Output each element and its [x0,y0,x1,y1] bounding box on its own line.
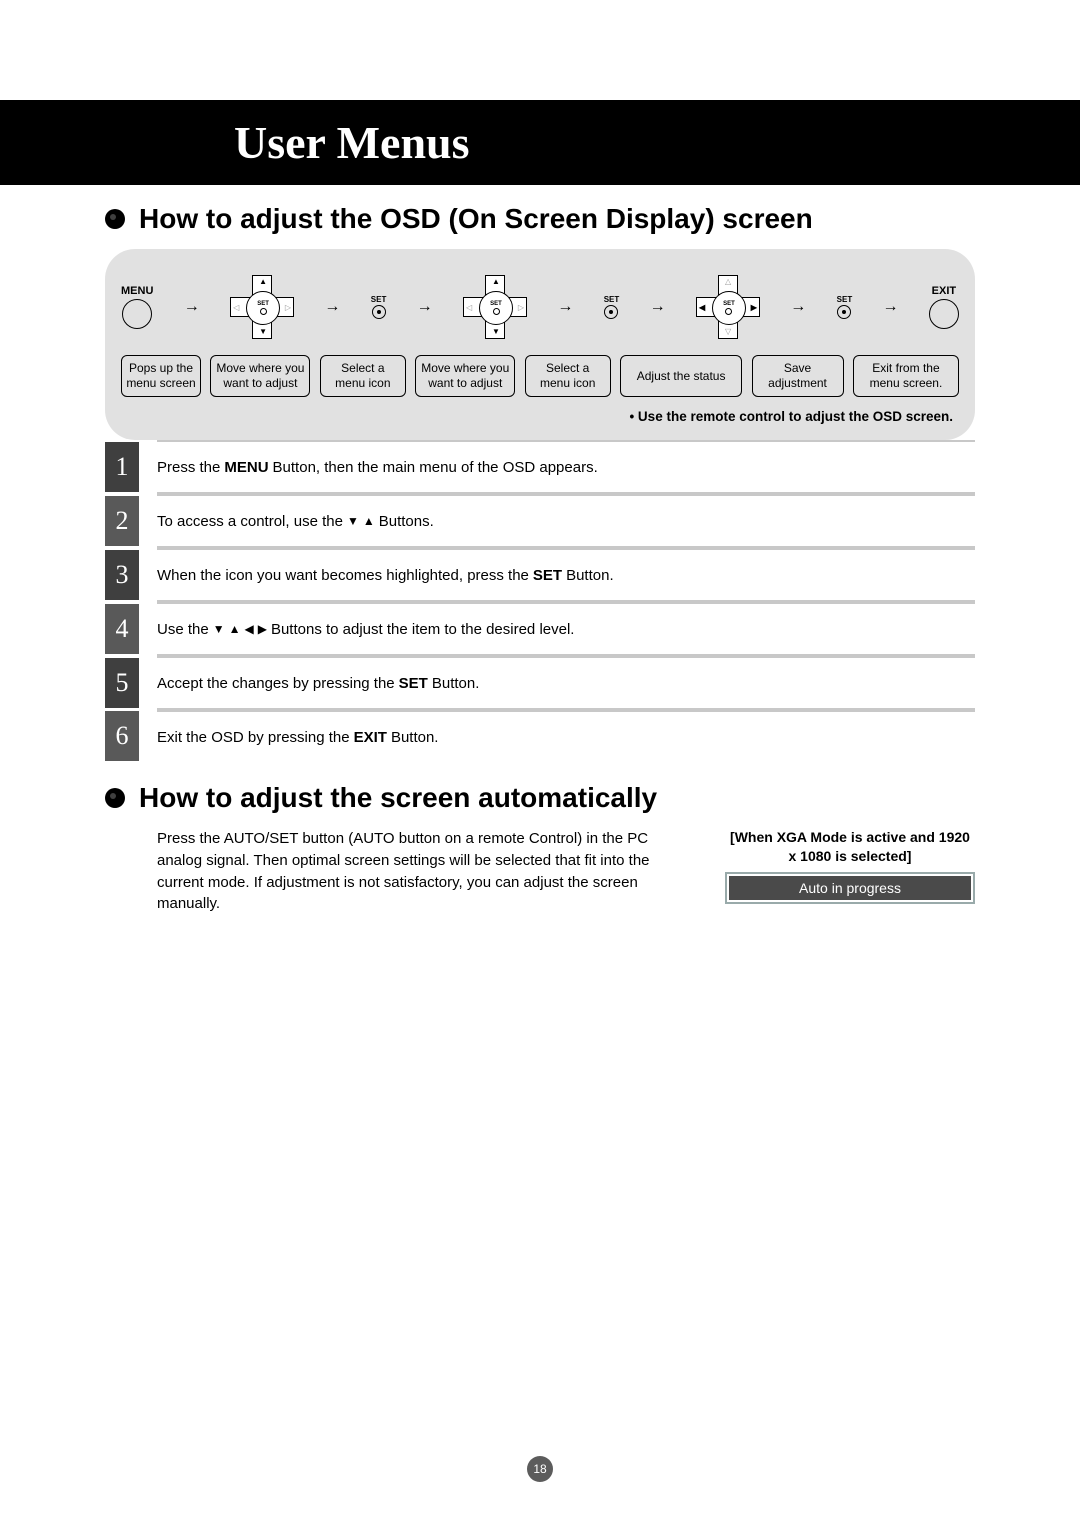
set-button-icon: SET [837,295,853,319]
dpad-icon: ▲▼ ◁▷ SET [230,275,294,339]
set-button-icon: SET [371,295,387,319]
step-row: 5 Accept the changes by pressing the SET… [105,656,975,710]
arrow-icon: → [324,298,340,316]
step-text: Accept the changes by pressing the SET B… [157,656,975,710]
caption-box: Adjust the status [620,355,742,397]
right-triangle-icon: ▶ [258,622,267,636]
up-triangle-icon: ▲ [363,514,375,528]
step-row: 3 When the icon you want becomes highlig… [105,548,975,602]
caption-box: Select a menu icon [525,355,611,397]
step-row: 2 To access a control, use the ▼ ▲ Butto… [105,494,975,548]
caption-box: Pops up the menu screen [121,355,201,397]
page-number: 18 [527,1456,553,1482]
auto-progress-label: Auto in progress [729,876,971,900]
arrow-icon: → [790,298,806,316]
down-triangle-icon: ▼ [347,514,359,528]
down-triangle-icon: ▼ [213,622,225,636]
menu-label: MENU [121,285,153,297]
dpad-icon: △▽ ◀▶ SET [696,275,760,339]
auto-progress-box: Auto in progress [725,872,975,904]
panel-note: • Use the remote control to adjust the O… [121,409,953,424]
step-text: Press the MENU Button, then the main men… [157,440,975,494]
steps-list: 1 Press the MENU Button, then the main m… [105,440,975,762]
caption-box: Move where you want to adjust [415,355,515,397]
step-text: When the icon you want becomes highlight… [157,548,975,602]
step-number: 5 [105,658,139,708]
bullet-icon [105,788,125,808]
left-triangle-icon: ◀ [244,622,253,636]
auto-side-title: [When XGA Mode is active and 1920 x 1080… [725,828,975,866]
arrow-icon: → [184,298,200,316]
section1-title: How to adjust the OSD (On Screen Display… [139,203,813,235]
arrow-icon: → [557,298,573,316]
section1-heading: How to adjust the OSD (On Screen Display… [105,203,975,235]
step-text: To access a control, use the ▼ ▲ Buttons… [157,494,975,548]
title-band: User Menus [0,100,1080,185]
caption-box: Save adjustment [752,355,844,397]
step-number: 3 [105,550,139,600]
circle-icon [122,299,152,329]
section2-heading: How to adjust the screen automatically [105,782,975,814]
auto-side-panel: [When XGA Mode is active and 1920 x 1080… [725,828,975,904]
step-text: Exit the OSD by pressing the EXIT Button… [157,710,975,762]
exit-button-illustration: EXIT [929,285,959,329]
set-button-icon: SET [604,295,620,319]
section2-title: How to adjust the screen automatically [139,782,657,814]
step-number: 2 [105,496,139,546]
caption-box: Exit from the menu screen. [853,355,959,397]
step-number: 4 [105,604,139,654]
auto-adjust-text: Press the AUTO/SET button (AUTO button o… [157,828,697,915]
bullet-icon [105,209,125,229]
caption-box: Select a menu icon [320,355,406,397]
menu-button-illustration: MENU [121,285,153,329]
circle-icon [929,299,959,329]
caption-box: Move where you want to adjust [210,355,310,397]
dpad-icon: ▲▼ ◁▷ SET [463,275,527,339]
up-triangle-icon: ▲ [229,622,241,636]
step-text: Use the ▼ ▲ ◀ ▶ Buttons to adjust the it… [157,602,975,656]
arrow-icon: → [650,298,666,316]
exit-label: EXIT [932,285,956,297]
step-number: 1 [105,442,139,492]
step-row: 4 Use the ▼ ▲ ◀ ▶ Buttons to adjust the … [105,602,975,656]
step-row: 6 Exit the OSD by pressing the EXIT Butt… [105,710,975,762]
osd-flow-panel: MENU → ▲▼ ◁▷ SET → SET → ▲▼ ◁▷ SET → SET [105,249,975,440]
arrow-icon: → [883,298,899,316]
arrow-icon: → [417,298,433,316]
step-row: 1 Press the MENU Button, then the main m… [105,440,975,494]
step-number: 6 [105,711,139,761]
